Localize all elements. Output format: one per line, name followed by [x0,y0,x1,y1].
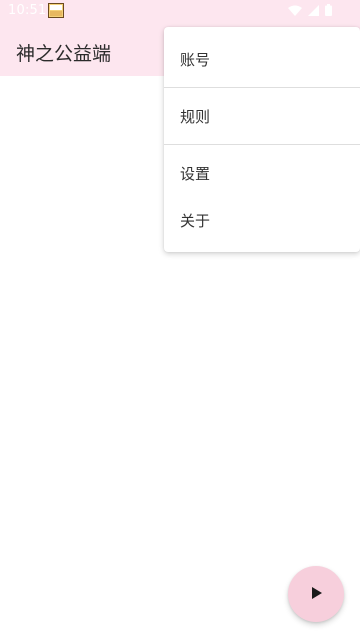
signal-icon [308,4,319,20]
menu-item-label: 账号 [180,50,211,69]
menu-item-settings[interactable]: 设置 [164,151,360,195]
wifi-icon [288,5,302,20]
status-bar: 10:51 [0,0,360,22]
play-button[interactable] [288,566,344,622]
play-icon [309,585,323,604]
menu-item-label: 设置 [180,164,211,183]
overflow-menu: 账号 规则 设置 关于 [164,27,360,252]
status-icons [288,4,332,20]
battery-icon [325,4,332,20]
menu-item-about[interactable]: 关于 [164,198,360,242]
menu-divider [164,87,360,88]
menu-item-account[interactable]: 账号 [164,37,360,81]
menu-item-label: 规则 [180,107,211,126]
status-time: 10:51 [8,3,47,18]
menu-item-label: 关于 [180,211,211,230]
app-notification-icon [48,3,64,18]
app-title: 神之公益端 [16,43,112,65]
menu-item-rules[interactable]: 规则 [164,94,360,138]
menu-divider [164,144,360,145]
